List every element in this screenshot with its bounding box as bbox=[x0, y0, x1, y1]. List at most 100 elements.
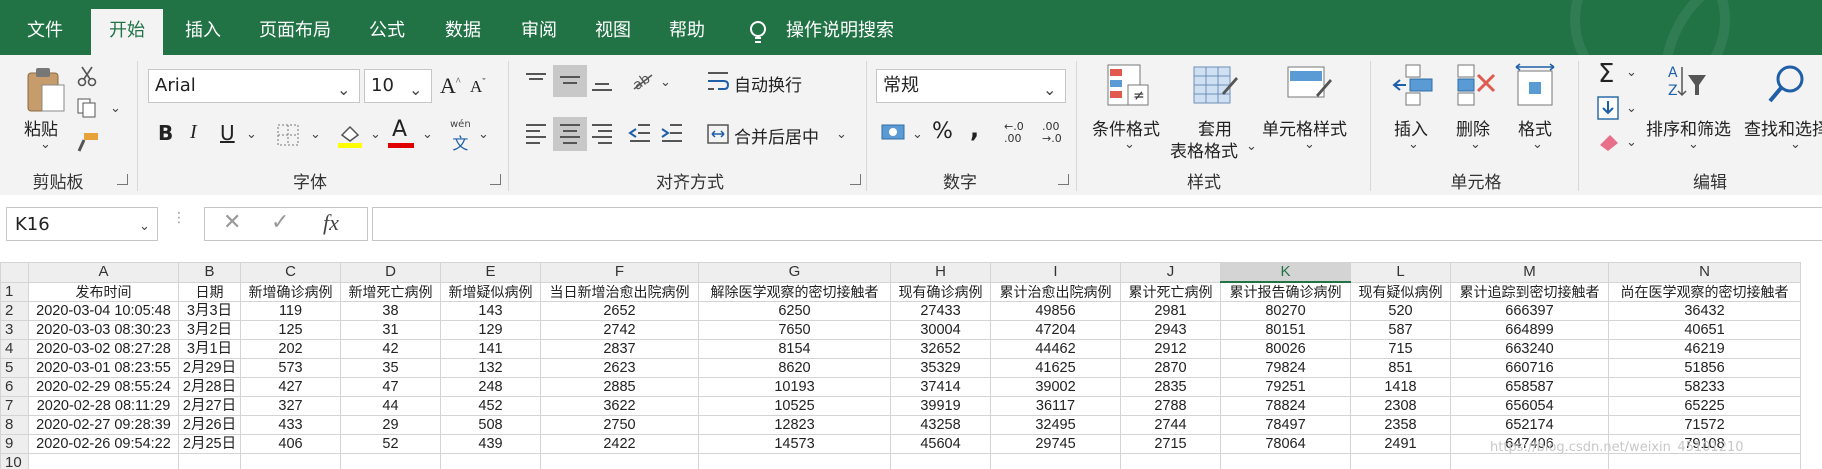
column-header-f[interactable]: F bbox=[540, 262, 699, 283]
cell-n5[interactable]: 51856 bbox=[1608, 358, 1801, 378]
select-all-corner[interactable] bbox=[0, 262, 29, 283]
cell-i2[interactable]: 49856 bbox=[990, 301, 1121, 321]
tab-page-layout[interactable]: 页面布局 bbox=[252, 0, 338, 55]
cell-j3[interactable]: 2943 bbox=[1120, 320, 1221, 340]
cell-c4[interactable]: 202 bbox=[240, 339, 341, 359]
cell-g10[interactable] bbox=[698, 453, 891, 469]
cell-i6[interactable]: 39002 bbox=[990, 377, 1121, 397]
tab-review[interactable]: 审阅 bbox=[512, 0, 566, 55]
increase-indent-icon[interactable] bbox=[660, 121, 684, 147]
clear-chevron-down-icon[interactable]: ⌄ bbox=[1626, 135, 1637, 150]
decrease-indent-icon[interactable] bbox=[628, 121, 652, 147]
cell-g2[interactable]: 6250 bbox=[698, 301, 891, 321]
cell-n10[interactable] bbox=[1608, 453, 1801, 469]
cell-f9[interactable]: 2422 bbox=[540, 434, 699, 454]
paste-chevron-down-icon[interactable]: ⌄ bbox=[40, 137, 51, 152]
cell-m6[interactable]: 658587 bbox=[1450, 377, 1609, 397]
cell-h4[interactable]: 32652 bbox=[890, 339, 991, 359]
cell-g1[interactable]: 解除医学观察的密切接触者 bbox=[698, 281, 891, 302]
cell-d7[interactable]: 44 bbox=[340, 396, 441, 416]
copy-chevron-down-icon[interactable]: ⌄ bbox=[110, 101, 121, 116]
fill-chevron-down-icon[interactable]: ⌄ bbox=[1626, 101, 1637, 116]
format-cells-icon[interactable] bbox=[1514, 63, 1558, 109]
cell-c9[interactable]: 406 bbox=[240, 434, 341, 454]
cell-l7[interactable]: 2308 bbox=[1350, 396, 1451, 416]
cell-e4[interactable]: 141 bbox=[440, 339, 541, 359]
autosum-icon[interactable]: Σ bbox=[1598, 59, 1614, 89]
cell-d9[interactable]: 52 bbox=[340, 434, 441, 454]
cancel-icon[interactable]: ✕ bbox=[223, 210, 241, 235]
row-header[interactable]: 5 bbox=[0, 358, 29, 378]
copy-icon[interactable] bbox=[76, 97, 98, 119]
wrap-text-label[interactable]: 自动换行 bbox=[734, 71, 802, 96]
phonetic-chevron-down-icon[interactable]: ⌄ bbox=[478, 127, 489, 142]
tab-help[interactable]: 帮助 bbox=[660, 0, 714, 55]
cell-h5[interactable]: 35329 bbox=[890, 358, 991, 378]
cell-g4[interactable]: 8154 bbox=[698, 339, 891, 359]
tell-me-search[interactable]: 操作说明搜索 bbox=[742, 0, 942, 55]
decrease-font-size-icon[interactable]: Aˇ bbox=[470, 77, 486, 97]
row-header[interactable]: 8 bbox=[0, 415, 29, 435]
column-header-j[interactable]: J bbox=[1120, 262, 1221, 283]
cell-n3[interactable]: 40651 bbox=[1608, 320, 1801, 340]
font-color-chevron-down-icon[interactable]: ⌄ bbox=[422, 127, 433, 142]
row-header[interactable]: 10 bbox=[0, 453, 29, 469]
merge-center-label[interactable]: 合并后居中 bbox=[734, 123, 819, 148]
cell-f2[interactable]: 2652 bbox=[540, 301, 699, 321]
cell-c8[interactable]: 433 bbox=[240, 415, 341, 435]
accounting-format-icon[interactable] bbox=[880, 121, 908, 145]
cell-d5[interactable]: 35 bbox=[340, 358, 441, 378]
cell-b10[interactable] bbox=[178, 453, 241, 469]
tab-data[interactable]: 数据 bbox=[436, 0, 490, 55]
cell-k1[interactable]: 累计报告确诊病例 bbox=[1220, 281, 1351, 302]
cell-e7[interactable]: 452 bbox=[440, 396, 541, 416]
cell-a10[interactable] bbox=[28, 453, 179, 469]
borders-chevron-down-icon[interactable]: ⌄ bbox=[310, 127, 321, 142]
cell-f5[interactable]: 2623 bbox=[540, 358, 699, 378]
align-bottom-icon[interactable] bbox=[590, 71, 614, 93]
increase-decimal-icon[interactable]: ←.0.00 bbox=[1004, 121, 1024, 145]
phonetic-guide-icon[interactable]: wén 文 bbox=[450, 119, 471, 154]
cell-b7[interactable]: 2月27日 bbox=[178, 396, 241, 416]
tab-formulas[interactable]: 公式 bbox=[360, 0, 414, 55]
cell-j7[interactable]: 2788 bbox=[1120, 396, 1221, 416]
alignment-dialog-launcher-icon[interactable] bbox=[850, 174, 861, 185]
row-header[interactable]: 3 bbox=[0, 320, 29, 340]
cell-i3[interactable]: 47204 bbox=[990, 320, 1121, 340]
cell-d1[interactable]: 新增死亡病例 bbox=[340, 281, 441, 302]
cell-a2[interactable]: 2020-03-04 10:05:48 bbox=[28, 301, 179, 321]
cell-i4[interactable]: 44462 bbox=[990, 339, 1121, 359]
conditional-chevron-down-icon[interactable]: ⌄ bbox=[1124, 137, 1135, 152]
borders-icon[interactable] bbox=[276, 123, 300, 147]
cell-e10[interactable] bbox=[440, 453, 541, 469]
cell-m1[interactable]: 累计追踪到密切接触者 bbox=[1450, 281, 1609, 302]
column-header-d[interactable]: D bbox=[340, 262, 441, 283]
cell-c7[interactable]: 327 bbox=[240, 396, 341, 416]
font-color-icon[interactable]: A bbox=[392, 117, 407, 142]
cell-b3[interactable]: 3月2日 bbox=[178, 320, 241, 340]
cell-d6[interactable]: 47 bbox=[340, 377, 441, 397]
cell-h1[interactable]: 现有确诊病例 bbox=[890, 281, 991, 302]
format-chevron-down-icon[interactable]: ⌄ bbox=[1532, 137, 1543, 152]
font-name-dropdown[interactable]: Arial ⌄ bbox=[148, 69, 360, 103]
increase-font-size-icon[interactable]: A^ bbox=[440, 73, 461, 99]
cell-e5[interactable]: 132 bbox=[440, 358, 541, 378]
cell-l10[interactable] bbox=[1350, 453, 1451, 469]
cell-h9[interactable]: 45604 bbox=[890, 434, 991, 454]
clipboard-dialog-launcher-icon[interactable] bbox=[117, 174, 128, 185]
cell-d4[interactable]: 42 bbox=[340, 339, 441, 359]
cell-n4[interactable]: 46219 bbox=[1608, 339, 1801, 359]
cell-b4[interactable]: 3月1日 bbox=[178, 339, 241, 359]
format-as-table-chevron-down-icon[interactable]: ⌄ bbox=[1246, 139, 1257, 154]
cell-k5[interactable]: 79824 bbox=[1220, 358, 1351, 378]
align-right-icon[interactable] bbox=[590, 121, 614, 147]
insert-cells-icon[interactable] bbox=[1392, 63, 1436, 109]
cell-h7[interactable]: 39919 bbox=[890, 396, 991, 416]
cell-k7[interactable]: 78824 bbox=[1220, 396, 1351, 416]
cell-a8[interactable]: 2020-02-27 09:28:39 bbox=[28, 415, 179, 435]
cell-k6[interactable]: 79251 bbox=[1220, 377, 1351, 397]
merge-chevron-down-icon[interactable]: ⌄ bbox=[836, 127, 847, 142]
autosum-chevron-down-icon[interactable]: ⌄ bbox=[1626, 65, 1637, 80]
cell-l8[interactable]: 2358 bbox=[1350, 415, 1451, 435]
fill-color-chevron-down-icon[interactable]: ⌄ bbox=[370, 127, 381, 142]
